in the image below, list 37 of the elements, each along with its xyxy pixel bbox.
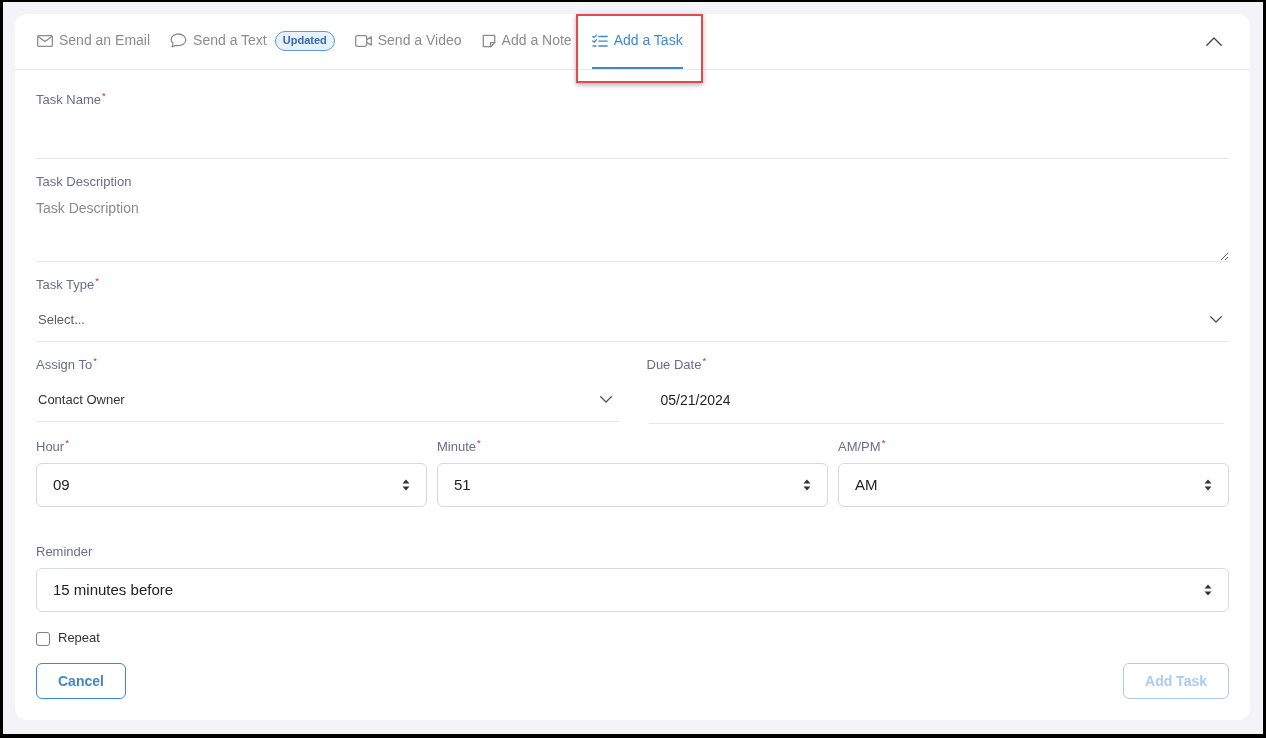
field-label: Due Date$^{*}$ [646,357,708,373]
chevron-down-icon [599,396,612,403]
textarea-field[interactable]: Task Description [36,190,1229,262]
up-down-arrows-icon [1204,584,1212,596]
chevron-down-icon [1210,316,1222,323]
button[interactable]: Cancel [36,663,126,699]
sticky-note-icon [481,33,496,48]
field-label: Hour$^{*}$ [36,439,70,455]
chevron-up-icon[interactable] [1206,37,1222,46]
field-label: AM/PM$^{*}$ [838,439,887,455]
envelope-icon [37,34,53,47]
field-label: Task Name$^{*}$ [36,92,107,108]
speech-bubble-icon [170,33,188,48]
checkbox-label: Repeat [58,629,100,646]
dropdown-field[interactable]: Select... [36,293,1229,342]
tab[interactable]: Add a Task [591,14,683,69]
tab[interactable]: Add a Note [481,14,572,69]
picker-field[interactable]: 15 minutes before [36,568,1229,612]
up-down-arrows-icon [803,479,811,491]
tab[interactable]: Send a Text Updated [170,14,335,69]
field-label: Task Type$^{*}$ [36,277,101,293]
video-camera-icon [354,34,372,47]
field-label: Task Description [36,174,133,190]
picker-field[interactable]: 09 [36,463,427,507]
picker-field[interactable]: AM [838,463,1229,507]
field-label: Reminder [36,544,94,560]
dropdown-field[interactable]: Contact Owner [36,373,619,422]
checkbox[interactable] [36,632,50,646]
checklist-icon [591,33,608,48]
field-label: Minute$^{*}$ [437,439,482,455]
updated-badge: Updated [274,30,335,51]
up-down-arrows-icon [402,479,410,491]
date-field[interactable]: 05/21/2024 [648,373,1224,424]
picker-field[interactable]: 51 [437,463,828,507]
up-down-arrows-icon [1204,479,1212,491]
field-label: Assign To$^{*}$ [36,357,98,373]
tab[interactable]: Send a Video [354,14,462,69]
